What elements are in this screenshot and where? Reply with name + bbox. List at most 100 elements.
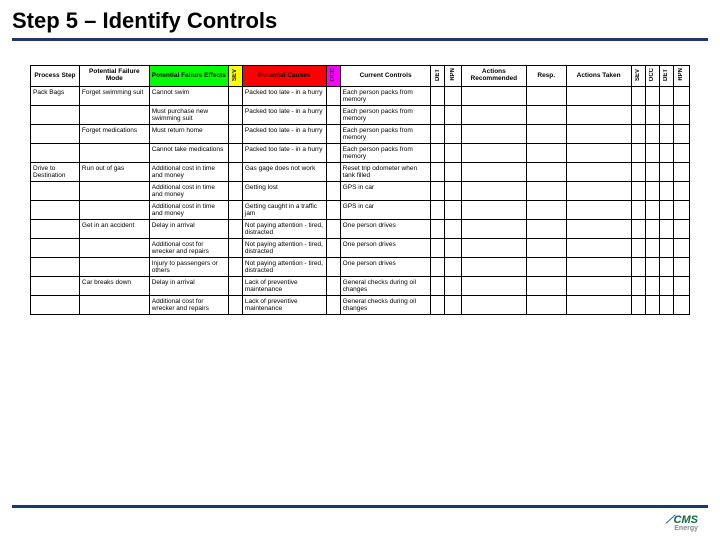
table-cell: Packed too late - in a hurry [242, 106, 326, 125]
table-cell [228, 277, 242, 296]
hdr-process-step: Process Step [31, 66, 80, 87]
table-cell: Run out of gas [79, 163, 149, 182]
table-row: Cannot take medications Packed too late -… [31, 144, 690, 163]
table-cell: Additional cost in time and money [149, 182, 228, 201]
table-cell [566, 201, 631, 220]
table-cell [526, 277, 566, 296]
table-cell [326, 277, 340, 296]
table-cell [526, 144, 566, 163]
table-cell [659, 182, 673, 201]
table-cell [631, 258, 645, 277]
table-cell [566, 277, 631, 296]
table-cell [673, 182, 689, 201]
table-cell [659, 258, 673, 277]
hdr-det: DET [431, 66, 445, 87]
table-cell [228, 239, 242, 258]
table-cell [326, 296, 340, 315]
table-cell [445, 125, 461, 144]
table-cell [326, 239, 340, 258]
table-cell: Delay in arrival [149, 220, 228, 239]
table-cell [431, 163, 445, 182]
table-cell [79, 258, 149, 277]
table-cell [566, 220, 631, 239]
table-cell: Drive to Destination [31, 163, 80, 182]
table-row: Pack BagsForget swimming suitCannot swim… [31, 87, 690, 106]
table-cell [31, 201, 80, 220]
table-cell [31, 296, 80, 315]
table-cell [228, 201, 242, 220]
table-cell [228, 296, 242, 315]
table-cell [228, 220, 242, 239]
table-cell [631, 106, 645, 125]
table-cell [461, 258, 526, 277]
table-cell [79, 106, 149, 125]
table-cell [79, 182, 149, 201]
table-cell: Must return home [149, 125, 228, 144]
table-cell: Additional cost for wrecker and repairs [149, 239, 228, 258]
table-cell [526, 87, 566, 106]
table-cell [631, 201, 645, 220]
table-cell [673, 277, 689, 296]
table-cell: Additional cost in time and money [149, 201, 228, 220]
table-cell [445, 201, 461, 220]
table-cell: General checks during oil changes [340, 296, 431, 315]
table-cell [566, 144, 631, 163]
table-cell [645, 144, 659, 163]
table-cell [431, 220, 445, 239]
table-cell [673, 296, 689, 315]
table-cell [566, 182, 631, 201]
table-cell [566, 163, 631, 182]
table-cell: Getting lost [242, 182, 326, 201]
table-cell [445, 239, 461, 258]
table-cell [228, 87, 242, 106]
table-cell [326, 258, 340, 277]
table-cell [431, 201, 445, 220]
table-cell: Lack of preventive maintenance [242, 277, 326, 296]
table-cell [445, 258, 461, 277]
divider-bottom [12, 505, 708, 508]
table-cell [673, 87, 689, 106]
table-row: Additional cost in time and money Getting… [31, 201, 690, 220]
table-cell [326, 220, 340, 239]
table-cell [631, 220, 645, 239]
table-row: Additional cost in time and money Getting… [31, 182, 690, 201]
hdr-actions: Actions Recommended [461, 66, 526, 87]
table-cell [431, 125, 445, 144]
table-cell [526, 106, 566, 125]
table-cell: One person drives [340, 258, 431, 277]
table-cell: One person drives [340, 239, 431, 258]
table-cell [645, 163, 659, 182]
table-cell: Forget swimming suit [79, 87, 149, 106]
table-cell [659, 277, 673, 296]
table-cell: Cannot take medications [149, 144, 228, 163]
table-cell [445, 106, 461, 125]
table-cell [631, 296, 645, 315]
table-cell [673, 106, 689, 125]
table-cell [445, 296, 461, 315]
table-cell [659, 220, 673, 239]
table-cell [228, 144, 242, 163]
table-cell: Packed too late - in a hurry [242, 144, 326, 163]
table-cell [673, 201, 689, 220]
table-cell: Injury to passengers or others [149, 258, 228, 277]
table-cell [326, 87, 340, 106]
table-cell: Getting caught in a traffic jam [242, 201, 326, 220]
table-cell: Lack of preventive maintenance [242, 296, 326, 315]
table-cell: Gas gage does not work [242, 163, 326, 182]
table-cell [445, 220, 461, 239]
table-cell [431, 106, 445, 125]
cms-energy-logo: ⟋CMS Energy [666, 514, 698, 532]
table-cell [673, 144, 689, 163]
table-cell [631, 277, 645, 296]
table-cell [526, 163, 566, 182]
table-cell [566, 87, 631, 106]
header-row: Process Step Potential Failure Mode Pote… [31, 66, 690, 87]
table-cell [673, 258, 689, 277]
hdr-causes: Potential Causes [242, 66, 326, 87]
table-cell [461, 106, 526, 125]
table-cell [79, 296, 149, 315]
table-cell: Additional cost in time and money [149, 163, 228, 182]
table-cell [326, 201, 340, 220]
table-cell [445, 144, 461, 163]
table-cell [645, 277, 659, 296]
